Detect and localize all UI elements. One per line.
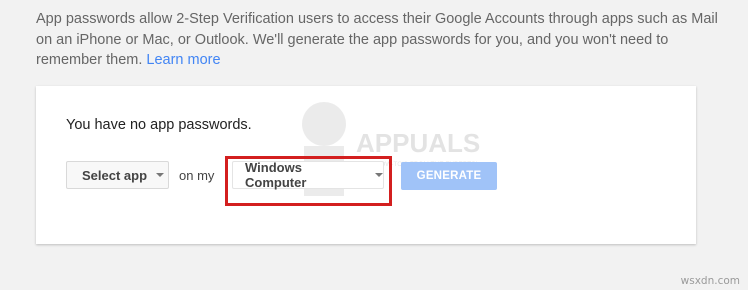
select-device-value: Windows Computer — [245, 160, 307, 190]
select-app-value: Select app — [82, 167, 148, 183]
watermark-brand: APPUALS — [356, 128, 480, 158]
learn-more-link[interactable]: Learn more — [146, 52, 220, 68]
on-my-label: on my — [179, 168, 215, 183]
caret-down-icon — [156, 173, 165, 177]
intro-description: App passwords allow 2-Step Verification … — [36, 11, 718, 68]
empty-passwords-message: You have no app passwords. — [66, 117, 252, 133]
caret-down-icon — [375, 173, 383, 177]
intro-text: App passwords allow 2-Step Verification … — [36, 9, 726, 71]
app-passwords-card: APPUALS TECH HOW-TO'S FROM THE EXPERTS! … — [36, 86, 696, 244]
site-watermark: wsxdn.com — [680, 275, 740, 287]
generate-button[interactable]: GENERATE — [401, 162, 497, 190]
select-app-dropdown[interactable]: Select app — [66, 161, 169, 189]
select-device-dropdown[interactable]: Windows Computer — [232, 160, 384, 190]
